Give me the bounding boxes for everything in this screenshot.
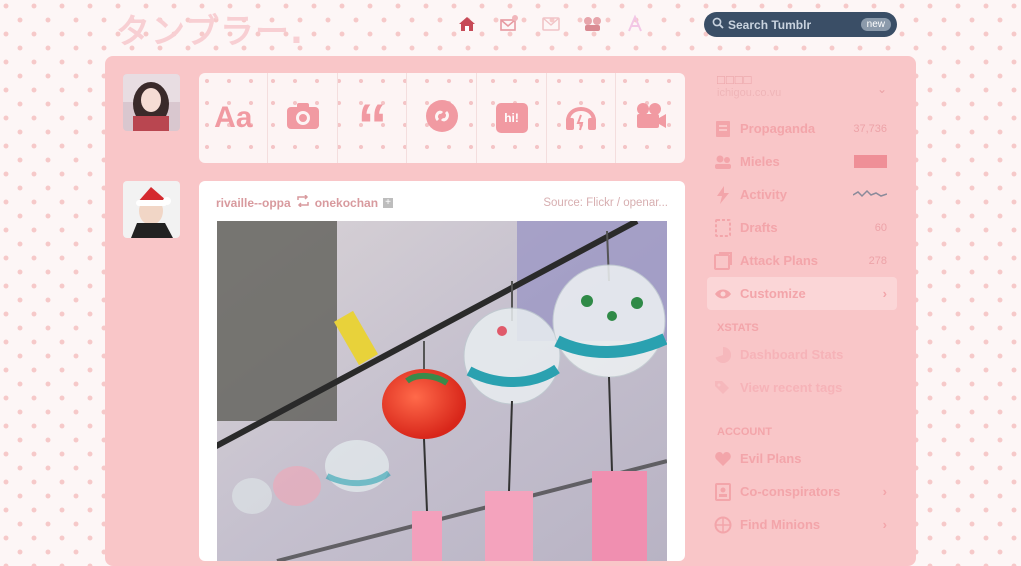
link-icon xyxy=(425,99,458,137)
sidebar-item-label: Propaganda xyxy=(740,121,816,136)
chat-icon: hi! xyxy=(495,103,528,133)
people-icon xyxy=(713,482,733,502)
sidebar-item-followers[interactable]: Mieles xyxy=(707,145,897,178)
blog-title: □□□□ xyxy=(717,72,753,87)
post-header: rivaille--oppa onekochan + Source: Flick… xyxy=(216,194,668,210)
heart-icon xyxy=(713,449,733,469)
search-input[interactable]: Search Tumblr xyxy=(728,18,861,32)
camera-icon xyxy=(286,102,320,135)
sidebar-item-label: View recent tags xyxy=(740,380,843,395)
sidebar: □□□□ ichigou.co.vu ⌄ Propaganda 37,736 M… xyxy=(707,70,897,541)
sidebar-item-likes[interactable]: Evil Plans xyxy=(707,442,897,475)
section-title-xstats: XSTATS xyxy=(717,322,759,334)
top-nav xyxy=(455,12,647,36)
sidebar-item-count: 278 xyxy=(868,254,887,267)
sidebar-item-activity[interactable]: Activity xyxy=(707,178,897,211)
stats-icon xyxy=(713,345,733,365)
sidebar-item-posts[interactable]: Propaganda 37,736 xyxy=(707,112,897,145)
video-post-button[interactable] xyxy=(617,73,685,163)
sidebar-item-label: Dashboard Stats xyxy=(740,347,844,362)
mail-icon[interactable] xyxy=(539,12,563,36)
followers-bar xyxy=(854,155,887,168)
post-composer: Aa “ hi! xyxy=(199,73,685,163)
compass-icon xyxy=(713,515,733,535)
sidebar-item-recent-tags[interactable]: View recent tags xyxy=(707,371,897,404)
sidebar-item-label: Attack Plans xyxy=(740,253,819,268)
sidebar-item-find-blogs[interactable]: Find Minions › xyxy=(707,508,897,541)
follow-plus-icon[interactable]: + xyxy=(383,197,394,208)
activity-icon[interactable] xyxy=(581,12,605,36)
sidebar-item-customize[interactable]: Customize › xyxy=(707,277,897,310)
sidebar-item-dashboard-stats[interactable]: Dashboard Stats xyxy=(707,338,897,371)
chat-post-button[interactable]: hi! xyxy=(478,73,547,163)
sidebar-item-following[interactable]: Co-conspirators › xyxy=(707,475,897,508)
sidebar-item-queue[interactable]: Attack Plans 278 xyxy=(707,244,897,277)
headphones-icon xyxy=(564,101,598,136)
video-camera-icon xyxy=(634,101,668,136)
quote-post-button[interactable]: “ xyxy=(338,73,408,163)
sidebar-item-label: Find Minions xyxy=(740,517,821,532)
chat-label: hi! xyxy=(504,111,519,125)
activity-sparkline xyxy=(852,187,888,202)
reblog-icon xyxy=(296,194,310,210)
section-title-account: ACCOUNT xyxy=(717,426,772,438)
text-icon: Aa xyxy=(214,101,253,134)
sidebar-item-drafts[interactable]: Drafts 60 xyxy=(707,211,897,244)
blog-selector[interactable]: □□□□ ichigou.co.vu ⌄ xyxy=(707,70,897,108)
my-avatar[interactable] xyxy=(123,74,180,131)
audio-post-button[interactable] xyxy=(547,73,617,163)
home-icon[interactable] xyxy=(455,12,479,36)
post-username[interactable]: rivaille--oppa xyxy=(216,196,291,210)
sidebar-item-label: Co-conspirators xyxy=(740,484,841,499)
link-post-button[interactable] xyxy=(408,73,477,163)
new-badge: new xyxy=(860,18,891,31)
queue-icon xyxy=(713,251,733,271)
text-post-button[interactable]: Aa xyxy=(199,73,269,163)
post-photo[interactable] xyxy=(217,221,667,561)
sidebar-item-label: Activity xyxy=(740,187,787,202)
blog-url: ichigou.co.vu xyxy=(717,87,782,99)
search-bar[interactable]: Search Tumblr new xyxy=(704,12,897,37)
inbox-icon[interactable] xyxy=(497,12,521,36)
followers-icon xyxy=(713,152,733,172)
logo[interactable]: タンブラー. xyxy=(116,4,304,53)
chevron-right-icon: › xyxy=(882,484,887,499)
chevron-right-icon: › xyxy=(882,517,887,532)
chevron-down-icon: ⌄ xyxy=(876,82,887,96)
reblogged-from-username[interactable]: onekochan xyxy=(315,196,378,210)
drafts-icon xyxy=(713,218,733,238)
search-icon xyxy=(712,17,724,32)
chevron-right-icon: › xyxy=(882,286,887,301)
activity-icon xyxy=(713,185,733,205)
photo-post-button[interactable] xyxy=(269,73,338,163)
sidebar-item-label: Customize xyxy=(740,286,806,301)
tags-icon xyxy=(713,378,733,398)
posts-icon xyxy=(713,119,733,139)
sidebar-item-count: 60 xyxy=(874,221,887,234)
post-author-avatar[interactable] xyxy=(123,181,180,238)
quote-icon: “ xyxy=(357,92,388,159)
sidebar-item-label: Drafts xyxy=(740,220,778,235)
sidebar-item-label: Mieles xyxy=(740,154,780,169)
post-card: rivaille--oppa onekochan + Source: Flick… xyxy=(199,181,685,561)
sidebar-item-count: 37,736 xyxy=(853,122,887,135)
sidebar-item-label: Evil Plans xyxy=(740,451,802,466)
account-icon[interactable] xyxy=(623,12,647,36)
post-source-link[interactable]: Source: Flickr / openar... xyxy=(543,197,668,209)
eye-icon xyxy=(713,284,733,304)
